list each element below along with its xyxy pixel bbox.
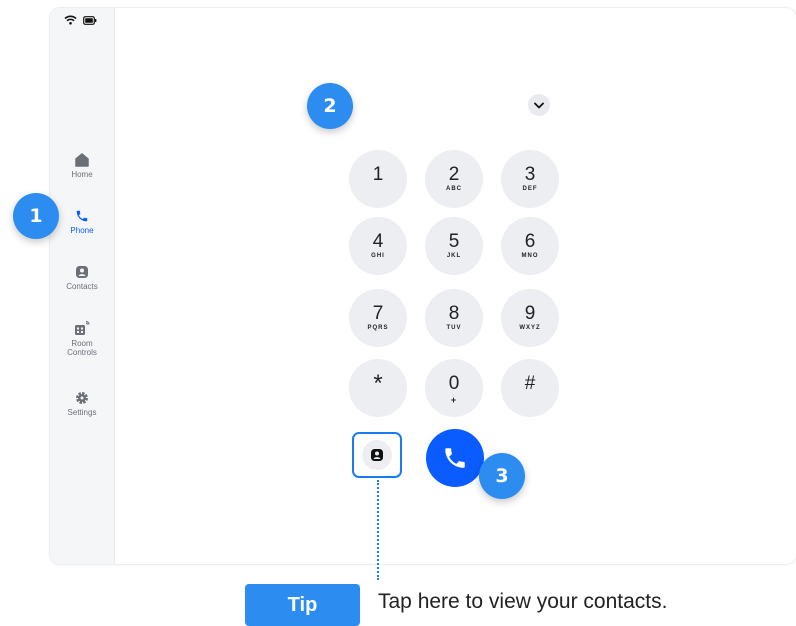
key-letters: JKL [446,253,462,259]
key-letters: WXYZ [519,325,541,331]
key-digit: 2 [448,164,460,185]
contacts-button[interactable] [362,440,392,470]
sidebar-item-settings[interactable]: Settings [50,391,114,417]
key-3[interactable]: 3 DEF [501,150,559,208]
key-digit: 3 [524,164,536,185]
sidebar-item-label: Room Controls [67,339,97,357]
sidebar-item-label: Contacts [66,282,98,291]
key-letters: MNO [521,253,539,259]
sidebar-item-home[interactable]: Home [50,153,114,179]
tip-connector [377,480,379,580]
contacts-icon [371,449,383,461]
wifi-icon [64,15,77,25]
chevron-down-icon [534,102,544,108]
key-5[interactable]: 5 JKL [425,217,483,275]
sidebar-item-label: Phone [70,226,94,235]
key-4[interactable]: 4 GHI [349,217,407,275]
key-digit: 7 [372,303,384,324]
call-button[interactable] [426,429,484,487]
key-letters: PQRS [367,325,389,331]
sidebar-item-label: Settings [67,408,97,417]
key-star[interactable]: * [349,359,407,417]
key-letters: GHI [371,253,385,259]
key-digit: 4 [372,231,384,252]
key-letters: TUV [446,325,462,331]
key-2[interactable]: 2 ABC [425,150,483,208]
sidebar-item-phone[interactable]: Phone [50,209,114,235]
key-digit: 1 [372,164,384,185]
key-digit: 6 [524,231,536,252]
tip-text: Tap here to view your contacts. [378,590,668,613]
key-letters: ABC [446,186,462,192]
callout-badge-2: 2 [307,83,353,129]
key-letters: DEF [522,186,538,192]
gear-icon [75,391,89,405]
callout-badge-3: 3 [479,453,525,499]
key-digit: * [373,370,383,397]
contacts-highlight [352,432,402,478]
tip-label: Tip [245,584,360,626]
key-digit: 8 [448,303,460,324]
country-dropdown-button[interactable] [528,94,550,116]
sidebar-item-label: Home [71,170,93,179]
sidebar: Home Phone Contacts Room Controls Settin… [50,8,115,564]
key-6[interactable]: 6 MNO [501,217,559,275]
phone-icon [76,210,88,222]
phone-icon [445,448,465,468]
sidebar-item-contacts[interactable]: Contacts [50,265,114,291]
key-digit: 5 [448,231,460,252]
home-icon [75,153,89,167]
key-digit: # [524,373,536,394]
key-letters: + [450,395,458,405]
key-1[interactable]: 1 [349,150,407,208]
room-controls-icon [75,320,90,335]
key-hash[interactable]: # [501,359,559,417]
key-8[interactable]: 8 TUV [425,289,483,347]
device-frame: Home Phone Contacts Room Controls Settin… [50,8,796,564]
key-digit: 0 [448,373,460,394]
key-9[interactable]: 9 WXYZ [501,289,559,347]
contacts-icon [76,266,88,278]
key-0[interactable]: 0 + [425,359,483,417]
key-7[interactable]: 7 PQRS [349,289,407,347]
battery-icon [83,15,97,25]
callout-badge-1: 1 [13,193,59,239]
status-bar [64,15,97,25]
sidebar-item-room-controls[interactable]: Room Controls [50,320,114,357]
key-digit: 9 [524,303,536,324]
